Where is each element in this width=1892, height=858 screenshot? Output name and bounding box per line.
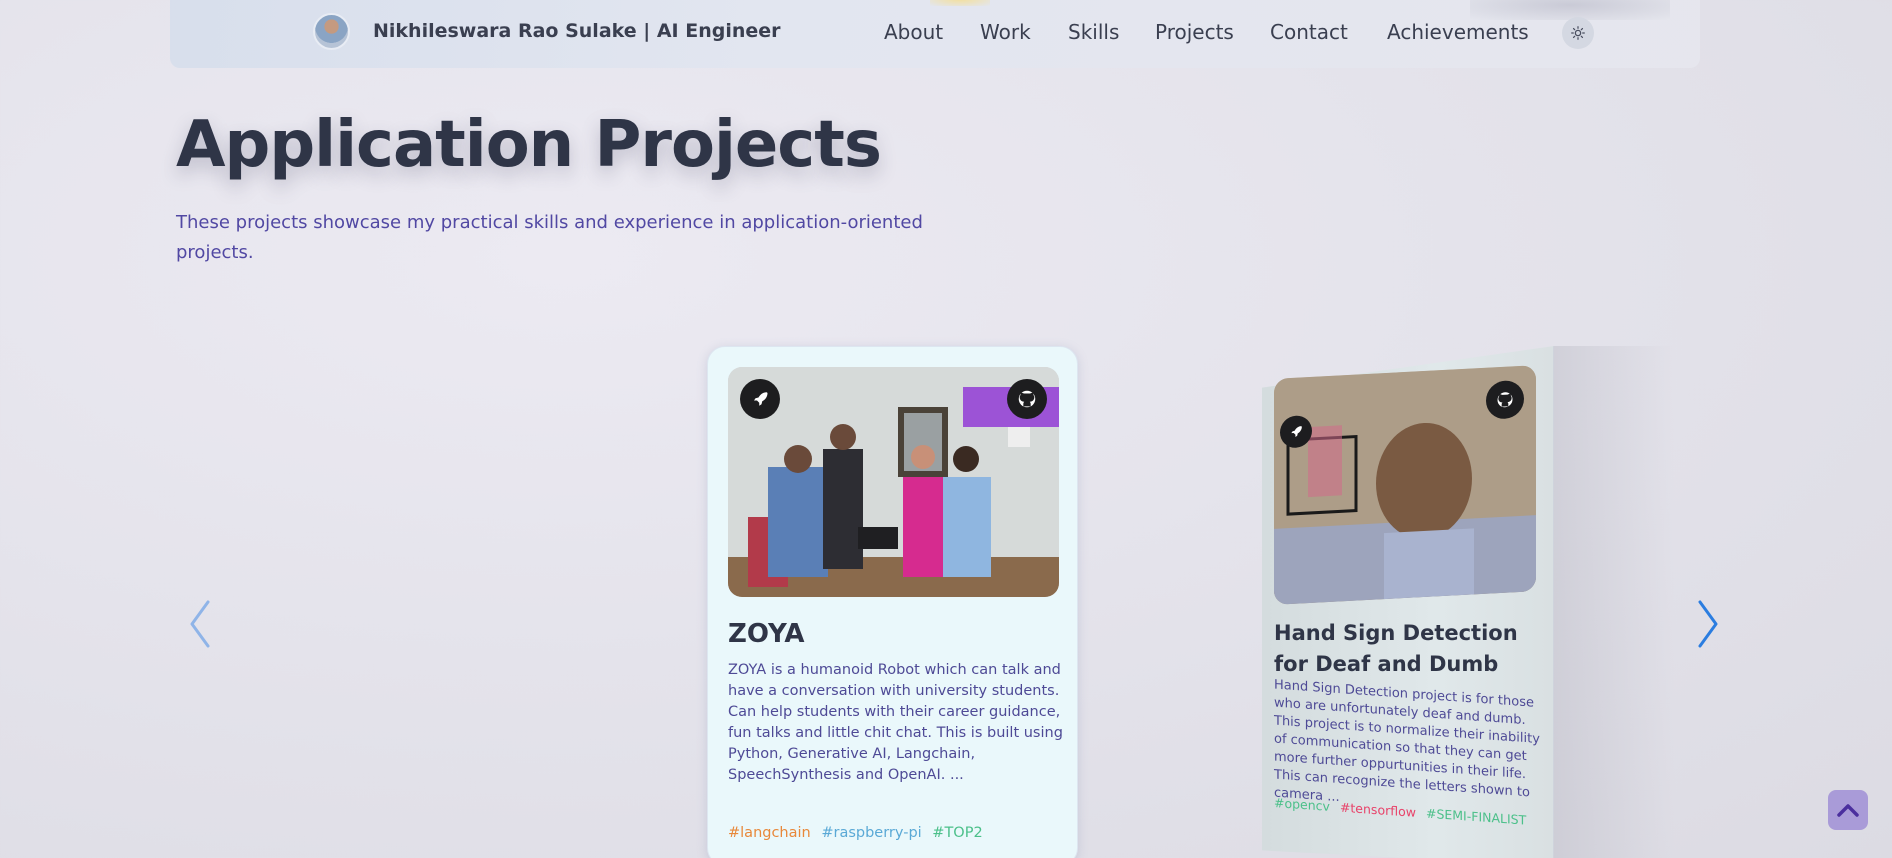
github-icon — [1497, 392, 1513, 408]
project-tag[interactable]: #TOP2 — [932, 825, 982, 841]
nav-work[interactable]: Work — [980, 20, 1031, 44]
nav-contact[interactable]: Contact — [1270, 20, 1348, 44]
project-title: ZOYA — [728, 619, 805, 649]
nav-achievements[interactable]: Achievements — [1387, 20, 1529, 44]
chevron-right-icon — [1698, 600, 1718, 648]
project-title: Hand Sign Detection for Deaf and Dumb — [1274, 621, 1518, 676]
nav-glow — [930, 0, 990, 6]
card-shadow — [1554, 346, 1674, 858]
project-tags: #langchain #raspberry-pi #TOP2 — [728, 825, 989, 841]
nav-projects[interactable]: Projects — [1155, 20, 1234, 44]
github-icon — [1018, 390, 1036, 408]
rocket-icon — [754, 392, 768, 406]
github-link-button[interactable] — [1007, 379, 1047, 419]
chevron-up-icon — [1837, 804, 1859, 817]
avatar[interactable] — [313, 13, 350, 50]
project-image — [728, 367, 1059, 597]
page-title: Application Projects — [176, 108, 882, 182]
back-to-top-button[interactable] — [1828, 790, 1868, 830]
theme-toggle-button[interactable] — [1562, 17, 1594, 49]
project-tag[interactable]: #raspberry-pi — [821, 825, 921, 841]
project-card-next[interactable]: Hand Sign Detection for Deaf and Dumb Ha… — [1262, 346, 1554, 858]
project-tag[interactable]: #langchain — [728, 825, 811, 841]
chevron-left-icon — [190, 600, 210, 648]
nav-glow — [1470, 0, 1670, 20]
project-description: ZOYA is a humanoid Robot which can talk … — [728, 662, 1063, 783]
carousel-prev-button[interactable] — [182, 598, 218, 650]
nav-skills[interactable]: Skills — [1068, 20, 1119, 44]
project-image — [1274, 365, 1536, 605]
brand-title[interactable]: Nikhileswara Rao Sulake | AI Engineer — [373, 20, 781, 42]
sun-icon — [1571, 26, 1585, 40]
page-description: These projects showcase my practical ski… — [176, 212, 923, 263]
project-card[interactable]: ZOYA ZOYA is a humanoid Robot which can … — [707, 346, 1078, 858]
rocket-icon — [1291, 426, 1302, 437]
nav-about[interactable]: About — [884, 20, 943, 44]
carousel-next-button[interactable] — [1690, 598, 1726, 650]
demo-link-button[interactable] — [740, 379, 780, 419]
